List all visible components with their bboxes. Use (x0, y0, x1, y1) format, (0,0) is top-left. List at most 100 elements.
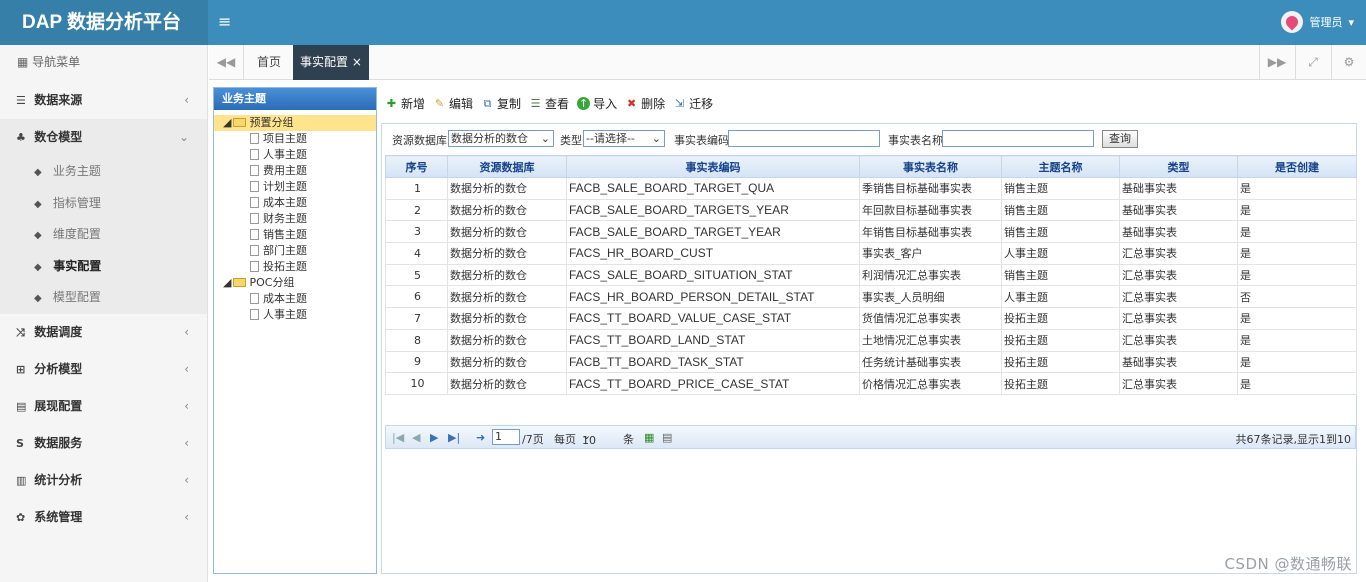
expand-icon[interactable]: ◢ (223, 276, 231, 289)
tree-group[interactable]: ◢ 预置分组 (214, 115, 376, 131)
sidebar-item-analysis-model[interactable]: ⊞ 分析模型 ‹ (0, 351, 207, 388)
query-button[interactable]: 查询 (1102, 130, 1138, 148)
tree-leaf[interactable]: 部门主题 (214, 243, 376, 259)
chevron-left-icon: ‹ (184, 435, 189, 450)
table-row[interactable]: 4 数据分析的数仓 FACS_HR_BOARD_CUST 事实表_客户 人事主题 汇总事实… (385, 242, 1357, 265)
column-header[interactable]: 资源数据库 (447, 155, 567, 178)
file-icon (250, 165, 259, 176)
column-header[interactable]: 事实表编码 (566, 155, 860, 178)
edit-button[interactable]: ✎ 编辑 (433, 95, 473, 112)
export-excel-icon[interactable]: ▦ (644, 431, 654, 444)
table-row[interactable]: 10 数据分析的数仓 FACS_TT_BOARD_PRICE_CASE_STAT 价格… (385, 372, 1357, 395)
chevron-down-icon: ⌄ (540, 132, 550, 145)
column-header[interactable]: 是否创建 (1237, 155, 1357, 178)
file-icon (250, 261, 259, 272)
delete-button[interactable]: ✖ 删除 (625, 95, 665, 112)
prev-page-icon[interactable]: ◀ (412, 431, 420, 444)
table-row[interactable]: 7 数据分析的数仓 FACS_TT_BOARD_VALUE_CASE_STAT 货值情… (385, 307, 1357, 330)
tab-fact-config[interactable]: 事实配置 × (293, 45, 369, 80)
user-avatar-icon (1281, 11, 1304, 33)
table-cell: 是 (1237, 198, 1357, 222)
table-row[interactable]: 3 数据分析的数仓 FACB_SALE_BOARD_TARGET_YEAR 年销售目标… (385, 220, 1357, 244)
column-header[interactable]: 类型 (1119, 155, 1238, 178)
app-logo[interactable]: DAP 数据分析平台 (0, 0, 208, 45)
tree-leaf[interactable]: 成本主题 (214, 195, 376, 211)
source-db-select[interactable]: 数据分析的数仓 ⌄ (448, 130, 554, 147)
import-button[interactable]: ↑ 导入 (577, 95, 617, 112)
export-doc-icon[interactable]: ▤ (662, 431, 672, 444)
sidebar-sub-indicator[interactable]: ◆ 指标管理 (0, 188, 207, 220)
sidebar-sub-fact-config[interactable]: ◆ 事实配置 (0, 251, 207, 283)
table-cell: 8 (385, 328, 448, 352)
table-cell: 9 (385, 350, 448, 374)
sidebar-item-warehouse-model[interactable]: ♣ 数仓模型 ⌄ (0, 119, 207, 156)
table-row[interactable]: 9 数据分析的数仓 FACB_TT_BOARD_TASK_STAT 任务统计基础事实表… (385, 350, 1357, 374)
fullscreen-icon[interactable]: ⤢ (1295, 45, 1330, 80)
tree-leaf[interactable]: 人事主题 (214, 307, 376, 323)
column-header[interactable]: 事实表名称 (859, 155, 1002, 178)
tree-group[interactable]: ◢ POC分组 (214, 275, 376, 291)
tree-leaf[interactable]: 财务主题 (214, 211, 376, 227)
tree-leaf[interactable]: 销售主题 (214, 227, 376, 243)
expand-icon[interactable]: ◢ (223, 116, 231, 129)
table-cell: FACS_TT_BOARD_LAND_STAT (566, 328, 860, 352)
sidebar-header: ▦ 导航菜单 (17, 55, 81, 69)
sidebar-item-scheduling[interactable]: ⤨ 数据调度 ‹ (0, 314, 207, 351)
tab-scroll-left-icon[interactable]: ◀◀ (209, 45, 244, 80)
add-button[interactable]: ✚ 新增 (385, 95, 425, 112)
hamburger-icon[interactable]: ≡ (218, 12, 231, 31)
list-icon: ☰ (530, 97, 541, 110)
table-cell: 基础事实表 (1119, 220, 1238, 244)
table-cell: 汇总事实表 (1119, 328, 1238, 352)
file-icon (250, 229, 259, 240)
tab-home[interactable]: 首页 (245, 45, 293, 80)
type-select[interactable]: --请选择-- ⌄ (583, 130, 665, 147)
sidebar-item-data-service[interactable]: S 数据服务 ‹ (0, 425, 207, 462)
sidebar-item-system[interactable]: ✿ 系统管理 ‹ (0, 499, 207, 536)
last-page-icon[interactable]: ▶| (448, 431, 460, 444)
close-icon[interactable]: × (352, 55, 362, 69)
tag-icon: ◆ (34, 293, 42, 304)
sidebar-item-data-source[interactable]: ☰ 数据来源 ‹ (0, 82, 207, 119)
tree-leaf[interactable]: 投拓主题 (214, 259, 376, 275)
tree-leaf[interactable]: 人事主题 (214, 147, 376, 163)
settings-icon[interactable]: ⚙ (1331, 45, 1366, 80)
tree-leaf[interactable]: 项目主题 (214, 131, 376, 147)
table-row[interactable]: 1 数据分析的数仓 FACB_SALE_BOARD_TARGET_QUA 季销售目标基… (385, 177, 1357, 200)
sidebar-sub-model-config[interactable]: ◆ 模型配置 (0, 282, 207, 314)
sidebar-item-display-config[interactable]: ▤ 展现配置 ‹ (0, 388, 207, 425)
go-page-icon[interactable]: ➜ (476, 431, 485, 444)
column-header[interactable]: 主题名称 (1001, 155, 1120, 178)
copy-button[interactable]: ⧉ 复制 (481, 95, 521, 112)
table-cell: 价格情况汇总事实表 (859, 372, 1002, 395)
migrate-button[interactable]: ⇲ 迁移 (673, 95, 713, 112)
tree-leaf[interactable]: 成本主题 (214, 291, 376, 307)
type-label: 类型 (560, 134, 582, 147)
table-row[interactable]: 6 数据分析的数仓 FACS_HR_BOARD_PERSON_DETAIL_STAT… (385, 285, 1357, 309)
sidebar-sub-dimension[interactable]: ◆ 维度配置 (0, 219, 207, 251)
table-cell: 6 (385, 285, 448, 309)
column-header[interactable]: 序号 (385, 155, 448, 178)
table-cell: 任务统计基础事实表 (859, 350, 1002, 374)
tree-leaf[interactable]: 费用主题 (214, 163, 376, 179)
view-button[interactable]: ☰ 查看 (529, 95, 569, 112)
tab-scroll-right-icon[interactable]: ▶▶ (1259, 45, 1294, 80)
sidebar-sub-business-theme[interactable]: ◆ 业务主题 (0, 156, 207, 188)
table-cell: 是 (1237, 220, 1357, 244)
per-page-select[interactable]: 10 ⌄ (580, 429, 622, 447)
user-menu[interactable]: 管理员 ▾ (1281, 11, 1354, 33)
search-form: 资源数据库 数据分析的数仓 ⌄ 类型 --请选择-- ⌄ 事实表编码 事实表名称 查… (381, 123, 1357, 153)
table-row[interactable]: 2 数据分析的数仓 FACB_SALE_BOARD_TARGETS_YEAR 年回款目… (385, 198, 1357, 222)
tree-leaf[interactable]: 计划主题 (214, 179, 376, 195)
fact-name-input[interactable] (942, 130, 1094, 147)
sidebar-item-statistics[interactable]: ▥ 统计分析 ‹ (0, 462, 207, 499)
first-page-icon[interactable]: |◀ (392, 431, 404, 444)
fact-code-input[interactable] (728, 130, 880, 147)
next-page-icon[interactable]: ▶ (430, 431, 438, 444)
table-cell: 人事主题 (1001, 242, 1120, 265)
table-cell: 是 (1237, 350, 1357, 374)
table-row[interactable]: 5 数据分析的数仓 FACS_SALE_BOARD_SITUATION_STAT 利润… (385, 263, 1357, 287)
bar-chart-icon: ▥ (16, 473, 27, 487)
table-row[interactable]: 8 数据分析的数仓 FACS_TT_BOARD_LAND_STAT 土地情况汇总事实表… (385, 328, 1357, 352)
page-number-input[interactable]: 1 (492, 429, 520, 445)
